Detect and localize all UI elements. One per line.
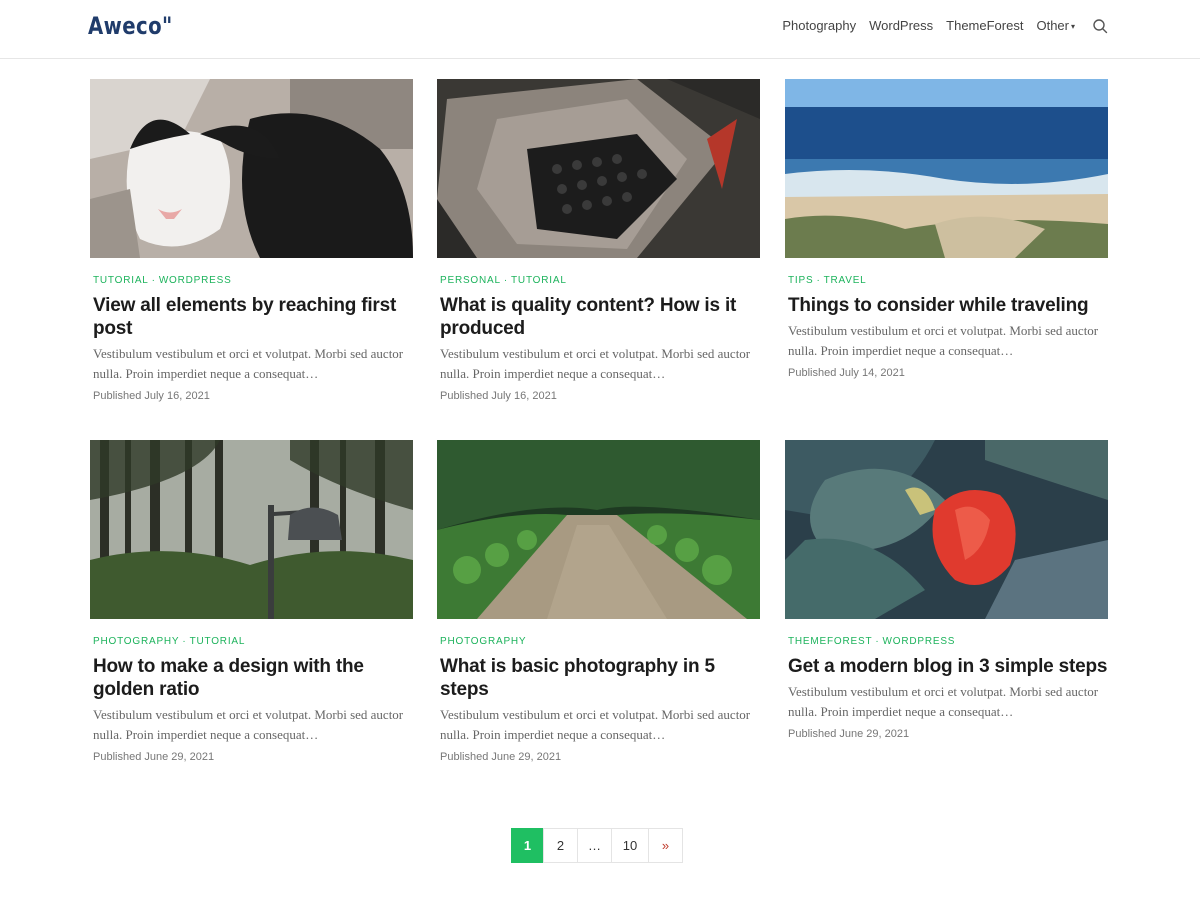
post-excerpt: Vestibulum vestibulum et orci et volutpa… (93, 346, 404, 381)
main-nav: Photography WordPress ThemeForest Other ▾ (782, 17, 1108, 36)
post-thumbnail-beach[interactable] (785, 79, 1108, 258)
category-link[interactable]: TIPS (788, 275, 813, 286)
category-link[interactable]: WORDPRESS (159, 275, 232, 286)
post-card: PHOTOGRAPHY What is basic photography in… (437, 440, 760, 763)
nav-item-photography[interactable]: Photography (782, 17, 856, 35)
post-categories: PHOTOGRAPHY · TUTORIAL (93, 635, 413, 648)
post-excerpt: Vestibulum vestibulum et orci et volutpa… (440, 707, 751, 742)
category-link[interactable]: TRAVEL (824, 275, 867, 286)
category-link[interactable]: THEMEFOREST (788, 636, 872, 647)
category-link[interactable]: TUTORIAL (93, 275, 149, 286)
post-categories: THEMEFOREST · WORDPRESS (788, 635, 1108, 648)
post-title[interactable]: What is quality content? How is it produ… (440, 294, 760, 340)
post-categories: TUTORIAL · WORDPRESS (93, 274, 413, 287)
post-thumbnail-red-flower[interactable] (785, 440, 1108, 619)
post-title[interactable]: How to make a design with the golden rat… (93, 655, 413, 701)
post-date: Published July 14, 2021 (788, 367, 905, 379)
category-link[interactable]: PHOTOGRAPHY (440, 636, 526, 647)
pagination: 1 2 … 10 » (511, 828, 683, 863)
post-title[interactable]: View all elements by reaching first post (93, 294, 413, 340)
post-date: Published June 29, 2021 (788, 728, 910, 740)
post-title[interactable]: Get a modern blog in 3 simple steps (788, 655, 1108, 678)
next-page-button[interactable]: » (648, 828, 683, 863)
post-thumbnail-cat[interactable] (90, 79, 413, 258)
page-1-button[interactable]: 1 (511, 828, 544, 863)
site-logo[interactable]: Aweco" (88, 12, 173, 40)
post-card: TUTORIAL · WORDPRESS View all elements by … (90, 79, 413, 402)
category-link[interactable]: WORDPRESS (883, 636, 956, 647)
post-excerpt: Vestibulum vestibulum et orci et volutpa… (440, 346, 751, 381)
category-separator: · (875, 636, 880, 647)
category-separator: · (182, 636, 187, 647)
post-date: Published July 16, 2021 (440, 390, 557, 402)
post-date: Published June 29, 2021 (440, 751, 562, 763)
nav-item-other[interactable]: Other ▾ (1036, 17, 1075, 36)
post-thumbnail-typewriter[interactable] (437, 79, 760, 258)
page-2-button[interactable]: 2 (543, 828, 578, 863)
post-card: PERSONAL · TUTORIAL What is quality conten… (437, 79, 760, 402)
post-card: THEMEFOREST · WORDPRESS Get a modern blog … (785, 440, 1108, 740)
post-categories: TIPS · TRAVEL (788, 274, 1108, 287)
category-separator: · (151, 275, 156, 286)
nav-item-other-label: Other (1036, 18, 1069, 33)
post-card: PHOTOGRAPHY · TUTORIAL How to make a desig… (90, 440, 413, 763)
post-thumbnail-forest-path[interactable] (437, 440, 760, 619)
page-10-button[interactable]: 10 (611, 828, 649, 863)
post-excerpt: Vestibulum vestibulum et orci et volutpa… (93, 707, 404, 742)
page-ellipsis: … (577, 828, 612, 863)
nav-item-wordpress[interactable]: WordPress (869, 17, 933, 35)
chevron-down-icon: ▾ (1070, 21, 1075, 31)
post-categories: PERSONAL · TUTORIAL (440, 274, 760, 287)
post-title[interactable]: Things to consider while traveling (788, 294, 1108, 317)
post-title[interactable]: What is basic photography in 5 steps (440, 655, 760, 701)
post-date: Published July 16, 2021 (93, 390, 210, 402)
post-excerpt: Vestibulum vestibulum et orci et volutpa… (788, 684, 1099, 719)
post-thumbnail-forest-lamp[interactable] (90, 440, 413, 619)
post-date: Published June 29, 2021 (93, 751, 215, 763)
category-link[interactable]: TUTORIAL (511, 275, 567, 286)
search-icon[interactable] (1092, 18, 1108, 34)
category-link[interactable]: PERSONAL (440, 275, 501, 286)
post-categories: PHOTOGRAPHY (440, 635, 760, 648)
category-link[interactable]: PHOTOGRAPHY (93, 636, 179, 647)
nav-item-themeforest[interactable]: ThemeForest (946, 17, 1023, 35)
category-separator: · (503, 275, 509, 286)
category-link[interactable]: TUTORIAL (190, 636, 246, 647)
category-separator: · (816, 275, 821, 286)
post-card: TIPS · TRAVEL Things to consider while tra… (785, 79, 1108, 379)
post-excerpt: Vestibulum vestibulum et orci et volutpa… (788, 323, 1099, 358)
site-header: Aweco" Photography WordPress ThemeForest… (0, 0, 1200, 59)
